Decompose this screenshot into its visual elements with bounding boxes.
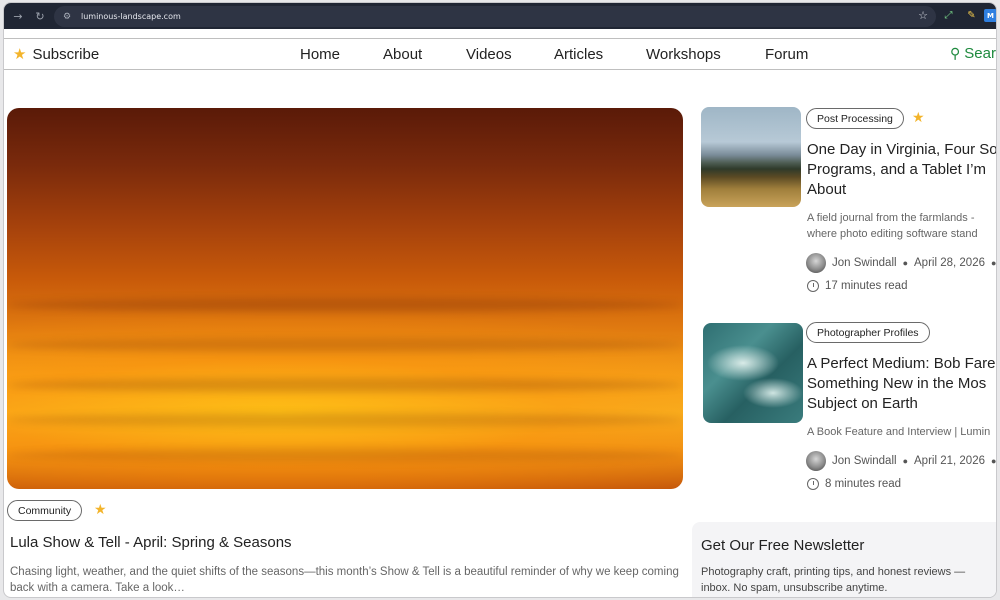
card-title-line: A Perfect Medium: Bob Fare: [807, 355, 996, 372]
separator-dot: ●: [902, 258, 909, 268]
card-title-line: Something New in the Mos: [807, 375, 987, 392]
hero-image-sunset[interactable]: [7, 108, 683, 489]
address-bar[interactable]: ⚙ luminous-landscape.com ☆: [54, 6, 936, 27]
browser-window: → ↻ ⚙ luminous-landscape.com ☆ ⤢ ✎ M ★ S…: [3, 2, 997, 598]
card-title-line: Programs, and a Tablet I’m: [807, 161, 986, 178]
newsletter-text-line: inbox. No spam, unsubscribe anytime.: [701, 582, 888, 594]
card-meta: Jon Swindall ● April 21, 2026 ●: [806, 451, 997, 471]
newsletter-panel: Get Our Free Newsletter Photography craf…: [692, 522, 996, 597]
reload-icon[interactable]: ↻: [32, 8, 48, 24]
author-name[interactable]: Jon Swindall: [832, 455, 897, 467]
newsletter-title: Get Our Free Newsletter: [701, 537, 865, 554]
card-title-line: About: [807, 181, 847, 198]
card-excerpt-line: A Book Feature and Interview | Lumin: [807, 426, 991, 438]
read-time-text: 8 minutes read: [825, 478, 902, 490]
card-tag-badge[interactable]: Post Processing: [806, 108, 904, 129]
search-label: Sear: [964, 45, 996, 62]
nav-home[interactable]: Home: [300, 46, 340, 63]
read-time: 8 minutes read: [807, 478, 901, 490]
card-meta: Jon Swindall ● April 28, 2026 ●: [806, 253, 997, 273]
read-time: 17 minutes read: [807, 280, 907, 292]
hero-article-title[interactable]: Lula Show & Tell - April: Spring & Seaso…: [10, 534, 292, 551]
clock-icon: [807, 478, 819, 490]
featured-star-icon: ★: [912, 110, 925, 126]
card-excerpt-line: where photo editing software stand: [807, 228, 978, 240]
subscribe-label: Subscribe: [32, 45, 100, 63]
card-excerpt: A field journal from the farmlands - whe…: [807, 210, 996, 242]
publish-date: April 28, 2026: [914, 257, 985, 269]
clock-icon: [807, 280, 819, 292]
nav-articles[interactable]: Articles: [554, 46, 603, 63]
nav-forum[interactable]: Forum: [765, 46, 808, 63]
nav-workshops[interactable]: Workshops: [646, 46, 721, 63]
bookmark-star-icon[interactable]: ☆: [918, 9, 928, 22]
newsletter-description: Photography craft, printing tips, and ho…: [701, 564, 996, 596]
site-navigation: ★ Subscribe Home About Videos Articles W…: [4, 38, 996, 70]
card-title-line: Subject on Earth: [807, 395, 918, 412]
card-title[interactable]: A Perfect Medium: Bob Fare Something New…: [807, 354, 996, 414]
card-tag-badge[interactable]: Photographer Profiles: [806, 322, 930, 343]
card-thumbnail-landscape[interactable]: [701, 107, 801, 207]
site-settings-icon[interactable]: ⚙: [61, 11, 73, 23]
extension-m-icon[interactable]: M: [984, 9, 996, 22]
url-text: luminous-landscape.com: [81, 12, 181, 21]
publish-date: April 21, 2026: [914, 455, 985, 467]
extension-arrows-icon[interactable]: ⤢: [942, 9, 955, 22]
separator-dot: ●: [990, 258, 997, 268]
card-title[interactable]: One Day in Virginia, Four So Programs, a…: [807, 140, 997, 200]
search-link[interactable]: ⚲ Sear: [950, 45, 996, 62]
star-icon: ★: [13, 45, 27, 63]
author-avatar[interactable]: [806, 253, 826, 273]
author-avatar[interactable]: [806, 451, 826, 471]
hero-tag-badge[interactable]: Community: [7, 500, 83, 521]
hero-article-excerpt: Chasing light, weather, and the quiet sh…: [10, 566, 679, 594]
card-excerpt-line: A field journal from the farmlands -: [807, 212, 975, 224]
featured-star-icon: ★: [94, 502, 107, 518]
read-time-text: 17 minutes read: [825, 280, 908, 292]
nav-videos[interactable]: Videos: [466, 46, 512, 63]
forward-icon[interactable]: →: [10, 8, 26, 24]
extension-pencil-icon[interactable]: ✎: [965, 9, 978, 22]
separator-dot: ●: [990, 456, 997, 466]
separator-dot: ●: [902, 456, 909, 466]
browser-toolbar: → ↻ ⚙ luminous-landscape.com ☆ ⤢ ✎ M: [4, 3, 996, 29]
author-name[interactable]: Jon Swindall: [832, 257, 897, 269]
nav-about[interactable]: About: [383, 46, 422, 63]
card-title-line: One Day in Virginia, Four So: [807, 141, 997, 158]
card-thumbnail-water[interactable]: [703, 323, 803, 423]
subscribe-link[interactable]: ★ Subscribe: [13, 45, 99, 63]
search-icon: ⚲: [950, 45, 961, 62]
newsletter-text-line: Photography craft, printing tips, and ho…: [701, 566, 966, 578]
card-excerpt: A Book Feature and Interview | Lumin: [807, 424, 996, 440]
